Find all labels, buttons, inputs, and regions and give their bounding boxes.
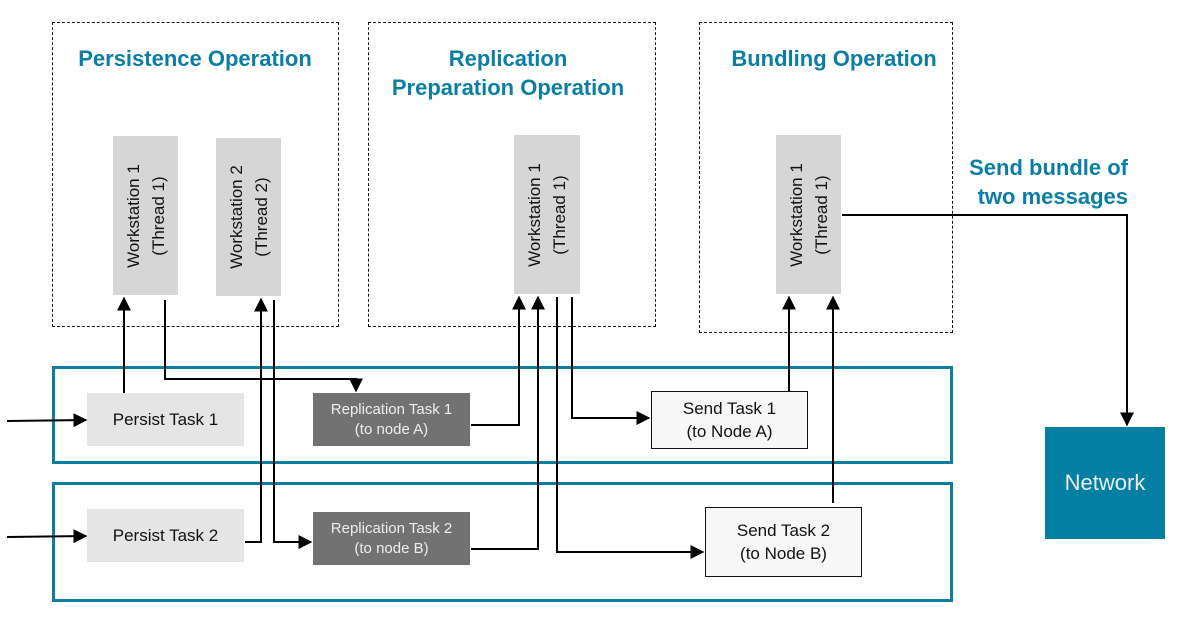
repl1-to-replws <box>471 295 526 426</box>
bundlews-to-network <box>842 214 1134 427</box>
input-arrow-2 <box>6 529 88 544</box>
replws-to-send2 <box>556 297 705 559</box>
replws-to-send1 <box>571 297 651 425</box>
connector-layer <box>6 214 1134 559</box>
input-arrow-1 <box>6 413 88 428</box>
ws2-to-repl2 <box>273 300 313 549</box>
persist2-to-ws2 <box>245 297 268 543</box>
repl2-to-replws <box>471 295 545 550</box>
